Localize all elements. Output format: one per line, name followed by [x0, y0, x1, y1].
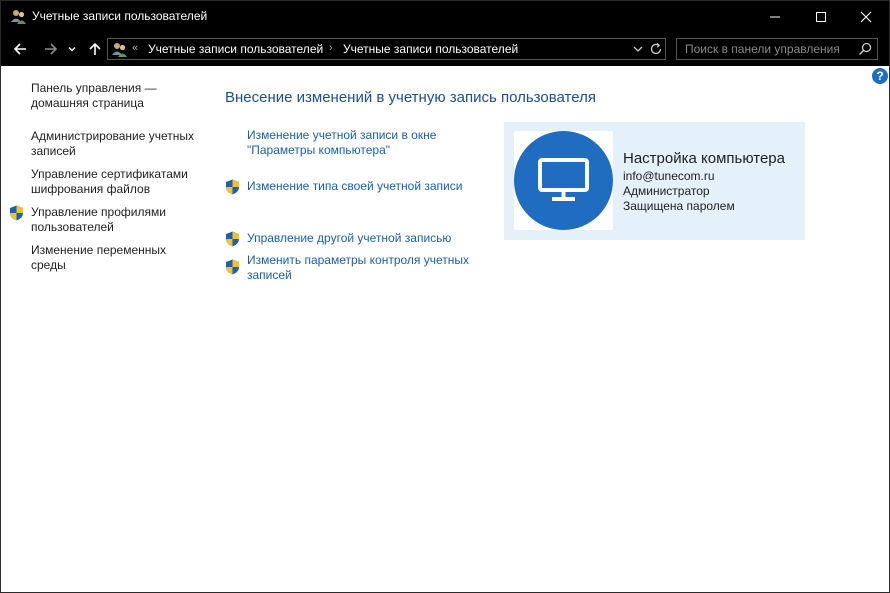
shield-icon	[226, 231, 239, 247]
recent-locations-button[interactable]	[65, 39, 79, 59]
task-link-uac-settings[interactable]: Изменить параметры контроля учетных запи…	[247, 253, 482, 283]
account-email: info@tunecom.ru	[623, 169, 715, 183]
minimize-icon	[770, 16, 780, 17]
arrow-right-icon	[45, 43, 58, 55]
sidebar-item-environment[interactable]: Изменение переменных среды	[31, 243, 181, 273]
forward-button[interactable]	[41, 39, 61, 59]
sidebar-item-account-admin[interactable]: Администрирование учетных записей	[31, 129, 206, 159]
arrow-up-icon	[89, 42, 101, 55]
shield-icon	[226, 259, 239, 275]
breadcrumb-item[interactable]: Учетные записи пользователей	[148, 42, 323, 56]
sidebar-item-certificates[interactable]: Управление сертификатами шифрования файл…	[31, 167, 196, 197]
chevron-down-icon[interactable]	[632, 43, 644, 55]
search-icon[interactable]	[858, 42, 872, 56]
task-link-pc-settings[interactable]: Изменение учетной записи в окне "Парамет…	[247, 128, 472, 158]
task-link-manage-other-account[interactable]: Управление другой учетной записью	[247, 231, 487, 246]
chevron-down-icon	[68, 47, 76, 52]
navigation-bar: « Учетные записи пользователей › Учетные…	[1, 32, 889, 66]
breadcrumb-item[interactable]: Учетные записи пользователей	[343, 42, 518, 56]
window-title: Учетные записи пользователей	[32, 9, 208, 23]
up-button[interactable]	[85, 39, 105, 59]
arrow-left-icon	[13, 43, 26, 55]
avatar[interactable]	[514, 131, 613, 230]
minimize-button[interactable]	[752, 1, 798, 32]
maximize-button[interactable]	[798, 1, 844, 32]
account-role: Администратор	[623, 184, 710, 198]
shield-icon	[226, 179, 239, 195]
refresh-icon[interactable]	[649, 42, 663, 56]
search-box[interactable]	[676, 38, 878, 60]
task-link-change-account-type[interactable]: Изменение типа своей учетной записи	[247, 179, 487, 194]
address-bar[interactable]: « Учетные записи пользователей › Учетные…	[107, 38, 666, 60]
sidebar-home-link[interactable]: Панель управления — домашняя страница	[31, 81, 171, 111]
title-bar: Учетные записи пользователей	[1, 1, 889, 32]
maximize-icon	[816, 11, 826, 22]
users-icon	[112, 43, 127, 57]
shield-icon	[10, 205, 23, 221]
back-button[interactable]	[10, 39, 30, 59]
users-icon	[11, 10, 26, 24]
breadcrumb-overflow[interactable]: «	[132, 42, 138, 54]
close-icon	[860, 11, 872, 22]
monitor-icon	[538, 158, 589, 201]
page-heading: Внесение изменений в учетную запись поль…	[225, 89, 596, 106]
account-protection: Защищена паролем	[623, 199, 735, 213]
account-card: Настройка компьютера info@tunecom.ru Адм…	[504, 122, 805, 240]
avatar-circle	[514, 131, 613, 230]
sidebar-item-profiles[interactable]: Управление профилями пользователей	[31, 205, 181, 235]
close-button[interactable]	[843, 1, 889, 32]
account-name: Настройка компьютера	[623, 150, 785, 167]
help-button[interactable]: ?	[872, 68, 888, 84]
breadcrumb-separator[interactable]: ›	[329, 42, 333, 54]
window: Учетные записи пользователей « Учетные з…	[0, 0, 890, 593]
search-input[interactable]	[677, 39, 847, 59]
